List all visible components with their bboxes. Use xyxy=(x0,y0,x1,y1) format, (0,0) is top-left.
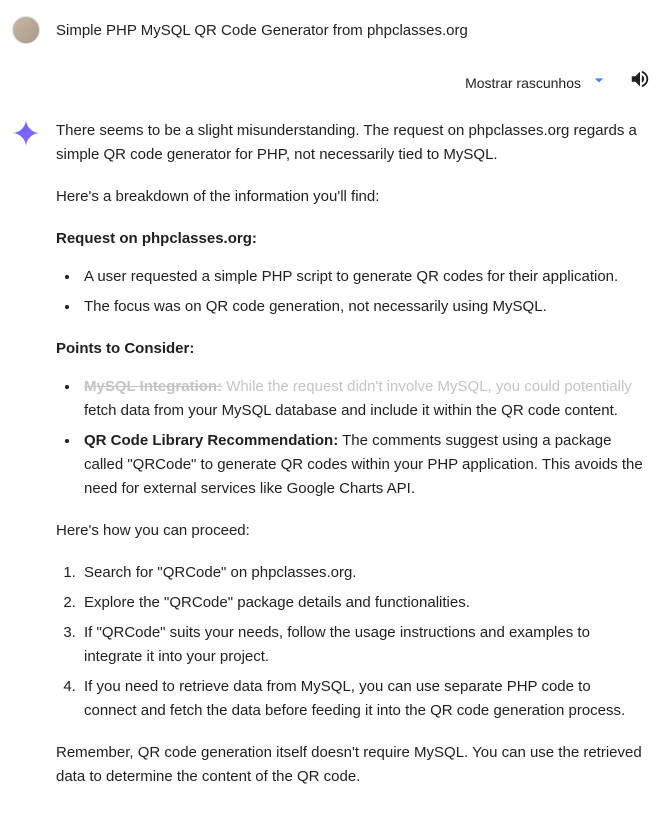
numbered-list: Search for "QRCode" on phpclasses.org. E… xyxy=(80,561,645,723)
user-message-text: Simple PHP MySQL QR Code Generator from … xyxy=(56,16,468,43)
list-item: Explore the "QRCode" package details and… xyxy=(80,591,645,615)
strikethrough-text: While the request didn't involve MySQL, … xyxy=(222,378,632,395)
bold-label: QR Code Library Recommendation: xyxy=(84,432,338,449)
list-item: MySQL Integration: While the request did… xyxy=(80,375,645,423)
bullet-list: A user requested a simple PHP script to … xyxy=(80,265,645,319)
strikethrough-text: MySQL Integration: xyxy=(84,378,222,395)
list-item: The focus was on QR code generation, not… xyxy=(80,295,645,319)
list-item-text: fetch data from your MySQL database and … xyxy=(84,402,618,419)
user-avatar xyxy=(12,16,40,44)
list-item: If "QRCode" suits your needs, follow the… xyxy=(80,621,645,669)
response-controls-row: Mostrar rascunhos xyxy=(12,68,655,99)
list-item: If you need to retrieve data from MySQL,… xyxy=(80,675,645,723)
show-drafts-button[interactable]: Mostrar rascunhos xyxy=(465,70,609,96)
ai-response-body: There seems to be a slight misunderstand… xyxy=(56,119,655,807)
gemini-spark-icon xyxy=(12,119,40,147)
ai-message-row: There seems to be a slight misunderstand… xyxy=(12,119,655,807)
chevron-down-icon xyxy=(589,70,609,96)
user-message-row: Simple PHP MySQL QR Code Generator from … xyxy=(12,16,655,44)
section-heading: Points to Consider: xyxy=(56,337,645,361)
speaker-icon[interactable] xyxy=(629,68,651,99)
paragraph: Here's how you can proceed: xyxy=(56,519,645,543)
list-item: Search for "QRCode" on phpclasses.org. xyxy=(80,561,645,585)
paragraph: Remember, QR code generation itself does… xyxy=(56,741,645,789)
show-drafts-label: Mostrar rascunhos xyxy=(465,72,581,94)
bullet-list: MySQL Integration: While the request did… xyxy=(80,375,645,501)
list-item: QR Code Library Recommendation: The comm… xyxy=(80,429,645,501)
section-heading: Request on phpclasses.org: xyxy=(56,227,645,251)
list-item: A user requested a simple PHP script to … xyxy=(80,265,645,289)
paragraph: Here's a breakdown of the information yo… xyxy=(56,185,645,209)
paragraph: There seems to be a slight misunderstand… xyxy=(56,119,645,167)
